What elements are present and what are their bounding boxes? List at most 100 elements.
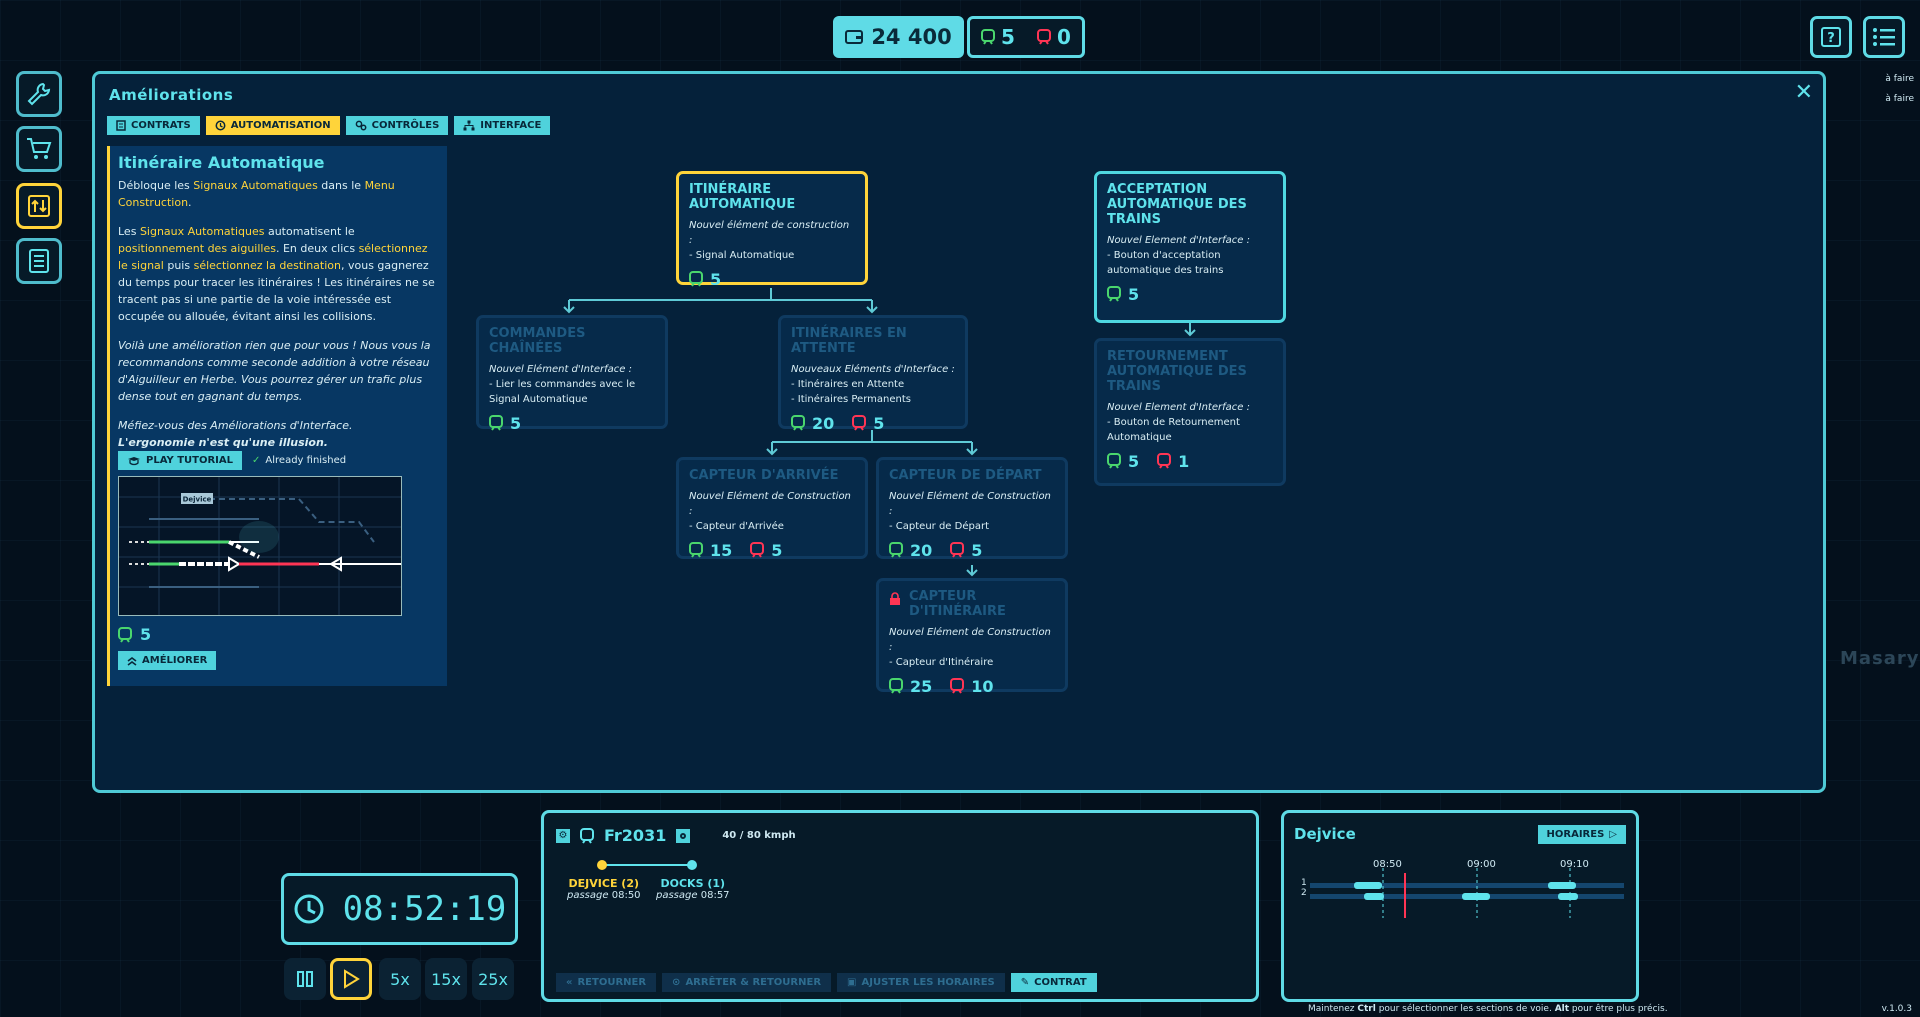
wallet-icon xyxy=(845,30,864,44)
node-title-row: Capteur d'itinéraire xyxy=(889,589,1055,619)
cart-icon xyxy=(27,138,52,159)
journal-button[interactable] xyxy=(16,238,62,284)
speed-5x-button[interactable]: 5x xyxy=(379,958,421,1000)
stop-and-reverse-button[interactable]: ⊙ ARRÊTER & RETOURNER xyxy=(662,973,832,992)
key-ctrl: Ctrl xyxy=(1357,1004,1376,1014)
node-cost: 5 xyxy=(489,415,655,431)
cost-green: 5 xyxy=(510,413,522,433)
node-capteur-itineraire[interactable]: Capteur d'itinéraire Nouvel Elément de C… xyxy=(876,578,1068,696)
text: . En deux clics xyxy=(275,242,359,255)
tutorial-row: PLAY TUTORIAL ✓ Already finished xyxy=(118,451,439,470)
node-title: Itinéraires en attente xyxy=(791,326,907,356)
trains-green-count: 5 xyxy=(1001,25,1015,49)
pause-button[interactable] xyxy=(284,958,326,1000)
upgrade-info-pane: Itinéraire Automatique Débloque les Sign… xyxy=(107,146,447,686)
locate-train-icon[interactable] xyxy=(676,828,691,843)
play-button[interactable] xyxy=(330,958,372,1000)
tab-contrats[interactable]: CONTRATS xyxy=(107,116,200,135)
node-item: - Itinéraires Permanents xyxy=(791,394,911,405)
game-clock: 08:52:19 xyxy=(281,873,518,945)
gears-icon xyxy=(355,120,367,131)
version-label: v.1.0.3 xyxy=(1881,1004,1912,1014)
node-item: - Capteur d'Itinéraire xyxy=(889,657,994,668)
train-red-icon xyxy=(750,542,765,558)
node-retournement-automatique[interactable]: Retournement automatique des trains Nouv… xyxy=(1094,338,1286,486)
tab-controles[interactable]: CONTRÔLES xyxy=(345,116,449,135)
node-acceptation-automatique[interactable]: Acceptation automatique des trains Nouve… xyxy=(1094,171,1286,323)
train-red-icon xyxy=(852,415,867,431)
help-button[interactable]: ? xyxy=(1810,16,1852,58)
node-title: Itinéraire Automatique xyxy=(689,182,796,212)
train-route-line xyxy=(597,860,697,870)
tab-interface[interactable]: INTERFACE xyxy=(454,116,551,135)
lock-icon xyxy=(890,592,900,605)
info-title: Itinéraire Automatique xyxy=(118,153,325,172)
upgrade-cost: 5 xyxy=(118,626,439,643)
upgrades-panel: Améliorations ✕ CONTRATS AUTOMATISATION … xyxy=(92,71,1826,793)
node-itineraire-automatique[interactable]: Itinéraire Automatique Nouvel élément de… xyxy=(676,171,868,287)
list-menu-icon xyxy=(1873,28,1895,46)
node-title: Acceptation automatique des trains xyxy=(1107,182,1247,227)
upgrades-button[interactable] xyxy=(16,183,62,229)
reverse-button[interactable]: « RETOURNER xyxy=(556,973,657,992)
cost-green: 5 xyxy=(1128,451,1140,471)
adjust-schedule-button[interactable]: ▣ AJUSTER LES HORAIRES xyxy=(837,973,1005,992)
trains-red-count: 0 xyxy=(1057,25,1071,49)
station-background-label: Masaryk xyxy=(1840,648,1920,669)
text: Débloque les xyxy=(118,179,194,192)
node-item: - Lier les commandes avec le Signal Auto… xyxy=(489,379,636,405)
stop-label: passage xyxy=(656,890,698,901)
node-item: - Itinéraires en Attente xyxy=(791,379,905,390)
route-stop-1[interactable]: DEJVICE (2) passage 08:50 xyxy=(567,877,641,901)
highlight-text: Signaux Automatiques xyxy=(139,225,265,238)
edit-icon: ✎ xyxy=(1020,977,1030,988)
highlight-text: Signaux Automatiques xyxy=(193,179,318,192)
already-finished-label: Already finished xyxy=(265,455,347,466)
node-cost: 5 1 xyxy=(1107,453,1273,469)
route-stop-2[interactable]: DOCKS (1) passage 08:57 xyxy=(656,877,730,901)
tab-automatisation[interactable]: AUTOMATISATION xyxy=(205,116,340,135)
settings-icon[interactable]: ⚙ xyxy=(556,828,570,843)
contract-label: CONTRAT xyxy=(1034,977,1087,988)
close-button[interactable]: ✕ xyxy=(1795,80,1813,105)
book-icon xyxy=(29,249,49,273)
node-commandes-chainees[interactable]: Commandes chaînées Nouvel Elément d'Inte… xyxy=(476,315,668,431)
track-preview-graphic: Dejvice xyxy=(119,477,401,615)
info-paragraph-2: Les Signaux Automatiques automatisent le… xyxy=(118,223,439,325)
tutorial-preview-image: Dejvice xyxy=(118,476,402,616)
train-info-panel: ⚙ Fr2031 40 / 80 kmph DEJVICE (2) passag… xyxy=(541,810,1259,1002)
play-tutorial-button[interactable]: PLAY TUTORIAL xyxy=(118,451,243,470)
speed-25x-button[interactable]: 25x xyxy=(472,958,514,1000)
node-capteur-arrivee[interactable]: Capteur d'arrivée Nouvel Elément de Cons… xyxy=(676,457,868,559)
menu-button[interactable] xyxy=(1863,16,1905,58)
node-cost: 20 5 xyxy=(889,542,1055,558)
train-icon xyxy=(580,827,594,844)
node-item: - Bouton de Retournement Automatique xyxy=(1107,417,1240,443)
clock-icon xyxy=(294,894,324,924)
node-subtitle: Nouvel Element d'Interface : xyxy=(1107,402,1250,413)
node-subtitle: Nouvel Element d'Interface : xyxy=(1107,235,1250,246)
contract-button[interactable]: ✎ CONTRAT xyxy=(1010,973,1097,992)
text: pour être plus précis. xyxy=(1569,1004,1668,1014)
upgrade-button[interactable]: AMÉLIORER xyxy=(118,651,217,670)
text: . xyxy=(188,196,192,209)
schedule-icon: ▣ xyxy=(847,977,857,988)
upgrades-icon xyxy=(28,195,50,217)
train-red-icon xyxy=(950,542,965,558)
build-tool-button[interactable] xyxy=(16,71,62,117)
cost-red: 5 xyxy=(771,540,783,560)
train-counter: 5 0 xyxy=(967,16,1085,58)
schedule-button-label: HORAIRES xyxy=(1546,829,1605,840)
cost-green: 25 xyxy=(910,676,933,696)
node-capteur-depart[interactable]: Capteur de départ Nouvel Elément de Cons… xyxy=(876,457,1068,559)
node-itineraires-en-attente[interactable]: Itinéraires en attente Nouveaux Eléments… xyxy=(778,315,968,431)
cost-green: 20 xyxy=(910,540,933,560)
schedule-button[interactable]: HORAIRES ▷ xyxy=(1537,825,1626,844)
shop-button[interactable] xyxy=(16,126,62,172)
text: dans le xyxy=(317,179,365,192)
stop-time: 08:57 xyxy=(700,890,730,901)
train-green-icon xyxy=(689,271,703,287)
speed-15x-button[interactable]: 15x xyxy=(425,958,467,1000)
train-red-icon xyxy=(1037,29,1052,45)
train-green-icon xyxy=(791,415,805,431)
